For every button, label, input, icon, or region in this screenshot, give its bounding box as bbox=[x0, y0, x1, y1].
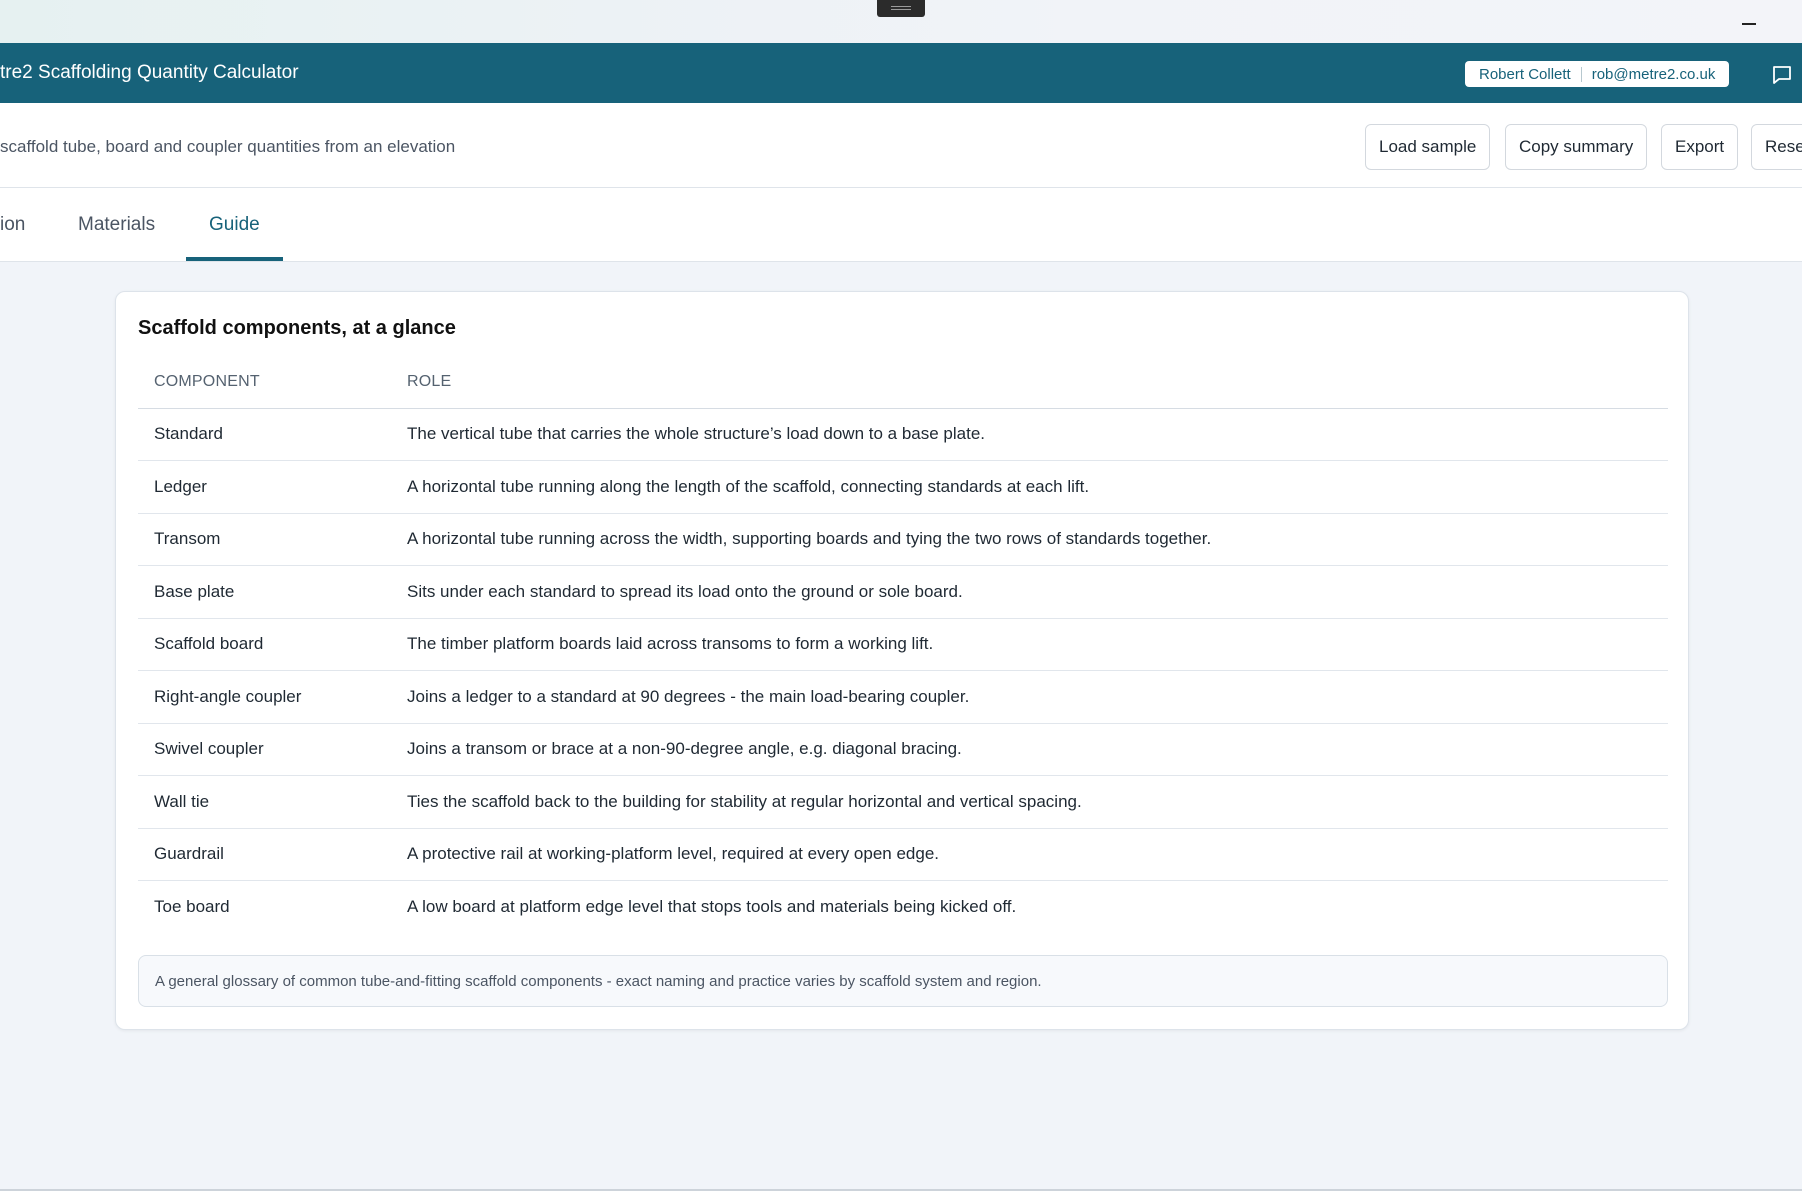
role-cell: A protective rail at working-platform le… bbox=[407, 828, 1668, 881]
component-cell: Toe board bbox=[154, 897, 230, 916]
tab-guide[interactable]: Guide bbox=[186, 188, 283, 261]
component-cell: Guardrail bbox=[138, 828, 407, 881]
table-row: Transom A horizontal tube running across … bbox=[138, 513, 1668, 566]
table-row: Base plate Sits under each standard to sp… bbox=[138, 565, 1668, 619]
table-row: Swivel coupler Joins a transom or brace a… bbox=[138, 723, 1668, 776]
component-cell: Wall tie bbox=[138, 775, 407, 829]
toolbar: scaffold tube, board and coupler quantit… bbox=[0, 103, 1802, 188]
component-cell: Base plate bbox=[138, 565, 407, 619]
component-cell: Swivel coupler bbox=[138, 723, 407, 776]
user-name: Robert Collett bbox=[1479, 65, 1571, 83]
role-cell: A horizontal tube running across the wid… bbox=[407, 513, 1668, 566]
app-title: tre2 Scaffolding Quantity Calculator bbox=[0, 62, 299, 83]
table-row: Toe board A low board at platform edge le… bbox=[138, 881, 1668, 934]
chat-icon[interactable] bbox=[1770, 63, 1794, 87]
role-cell: The vertical tube that carries the whole… bbox=[407, 408, 1668, 461]
reset-button[interactable]: Rese bbox=[1751, 124, 1802, 170]
component-cell: Scaffold board bbox=[138, 618, 407, 671]
tab-elevation[interactable]: ion bbox=[0, 188, 25, 261]
role-cell: Ties the scaffold back to the building f… bbox=[407, 775, 1668, 829]
column-header-role: ROLE bbox=[407, 356, 1668, 409]
table-row: Scaffold board The timber platform boards… bbox=[138, 618, 1668, 671]
tab-bar: ion Materials Guide bbox=[0, 188, 1802, 262]
table-row: Ledger A horizontal tube running along th… bbox=[138, 460, 1668, 514]
table-row: Standard The vertical tube that carries t… bbox=[138, 408, 1668, 461]
user-email: rob@metre2.co.uk bbox=[1591, 65, 1716, 83]
window-titlebar bbox=[0, 0, 1802, 43]
minimize-icon[interactable] bbox=[1738, 9, 1760, 31]
user-badge: Robert Collett rob@metre2.co.uk bbox=[1465, 61, 1730, 87]
table-row: Wall tie Ties the scaffold back to the bu… bbox=[138, 775, 1668, 829]
table-row: Guardrail A protective rail at working-pl… bbox=[138, 828, 1668, 881]
role-cell: A horizontal tube running along the leng… bbox=[407, 460, 1668, 514]
app-header: tre2 Scaffolding Quantity Calculator Rob… bbox=[0, 43, 1802, 103]
role-cell: Joins a transom or brace at a non-90-deg… bbox=[407, 723, 1668, 776]
component-cell: Ledger bbox=[138, 460, 407, 514]
glossary-note: A general glossary of common tube-and-fi… bbox=[138, 955, 1668, 1007]
role-cell: A low board at platform edge level that … bbox=[407, 897, 1017, 916]
role-cell: Sits under each standard to spread its l… bbox=[407, 565, 1668, 619]
role-cell: The timber platform boards laid across t… bbox=[407, 618, 1668, 671]
component-cell: Standard bbox=[138, 408, 407, 461]
guide-card: Scaffold components, at a glance COMPONE… bbox=[115, 291, 1689, 1030]
drag-handle[interactable] bbox=[877, 0, 925, 17]
copy-summary-button[interactable]: Copy summary bbox=[1505, 124, 1648, 170]
table-header-row: COMPONENT ROLE bbox=[138, 356, 1668, 409]
export-button[interactable]: Export bbox=[1661, 124, 1739, 170]
load-sample-button[interactable]: Load sample bbox=[1365, 124, 1491, 170]
card-title: Scaffold components, at a glance bbox=[138, 317, 456, 339]
column-header-component: COMPONENT bbox=[138, 356, 407, 409]
user-badge-divider bbox=[1580, 66, 1582, 82]
component-cell: Transom bbox=[138, 513, 407, 566]
page-subtitle: scaffold tube, board and coupler quantit… bbox=[0, 137, 456, 156]
role-cell: Joins a ledger to a standard at 90 degre… bbox=[407, 670, 1668, 724]
component-cell: Right-angle coupler bbox=[138, 670, 407, 724]
tab-materials[interactable]: Materials bbox=[78, 188, 155, 261]
table-row: Right-angle coupler Joins a ledger to a s… bbox=[138, 670, 1668, 724]
components-table: COMPONENT ROLE Standard The vertical tube… bbox=[138, 356, 1668, 933]
